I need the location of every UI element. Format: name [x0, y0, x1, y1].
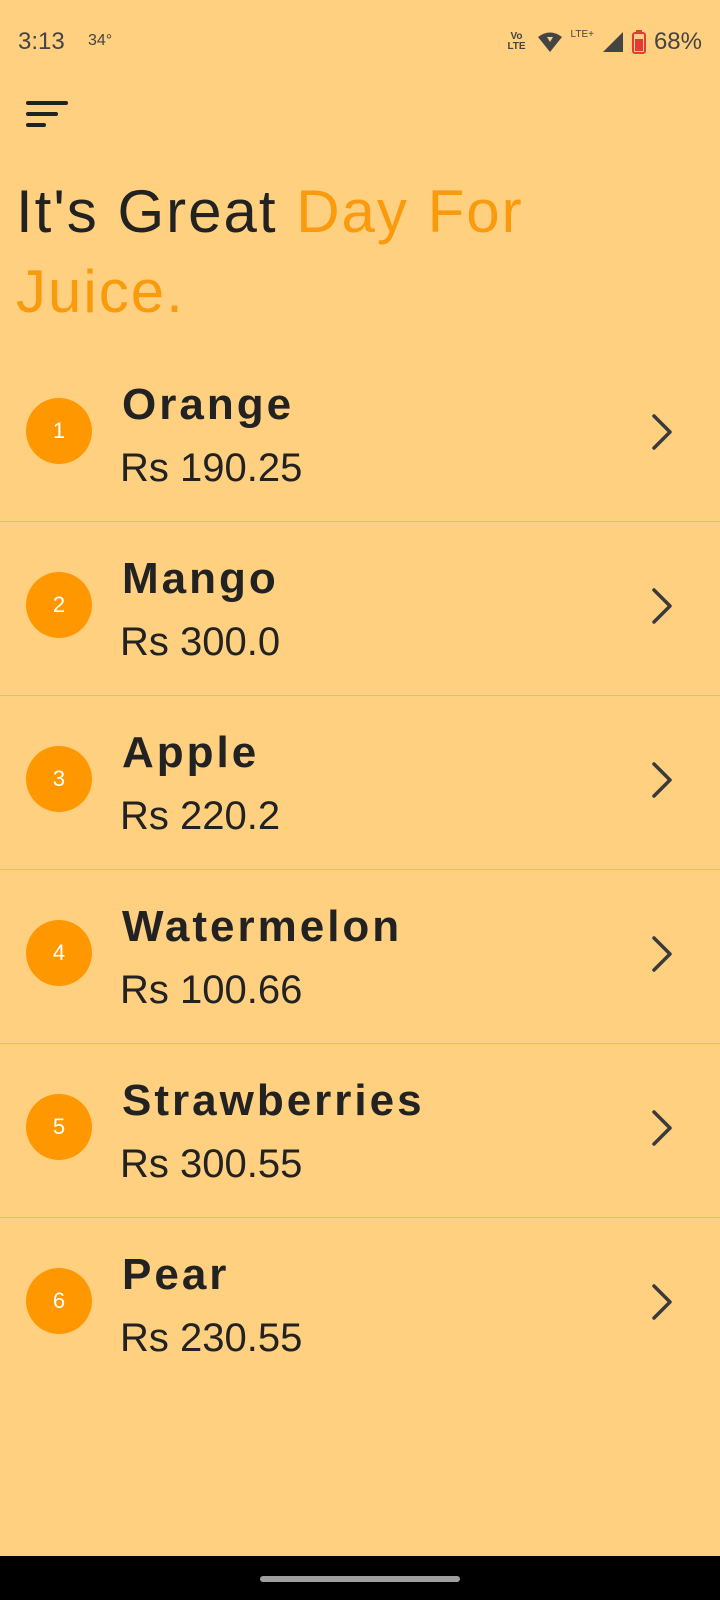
- chevron-right-icon[interactable]: [648, 412, 676, 452]
- chevron-right-icon[interactable]: [648, 934, 676, 974]
- sort-menu-icon[interactable]: [18, 92, 78, 142]
- item-number-badge: 3: [26, 746, 92, 812]
- item-name: Orange: [122, 380, 295, 429]
- chevron-right-icon[interactable]: [648, 586, 676, 626]
- item-price: Rs 300.0: [120, 620, 281, 664]
- item-number-badge: 2: [26, 572, 92, 638]
- list-item-pear[interactable]: 6 Pear Rs 230.55: [0, 1218, 720, 1392]
- item-price: Rs 220.2: [120, 794, 281, 838]
- status-time: 3:13: [18, 28, 65, 55]
- lte-plus-label: LTE+: [570, 28, 594, 40]
- juice-list: 1 Orange Rs 190.25 2 Mango Rs 300.0 3 Ap…: [0, 348, 720, 1392]
- list-item-apple[interactable]: 3 Apple Rs 220.2: [0, 696, 720, 870]
- title-plain: It's Great: [16, 178, 297, 245]
- battery-percentage: 68%: [653, 28, 702, 55]
- battery-icon: [631, 30, 646, 54]
- wifi-icon: [537, 32, 562, 52]
- chevron-right-icon[interactable]: [648, 760, 676, 800]
- item-name: Watermelon: [122, 902, 403, 951]
- status-icons: Vo LTE LTE+ 68%: [505, 26, 702, 58]
- page-title: It's Great Day For Juice.: [16, 172, 706, 332]
- volte-icon: Vo LTE: [505, 32, 529, 52]
- status-bar: 3:13 34° Vo LTE LTE+ 68%: [0, 0, 720, 84]
- item-price: Rs 230.55: [120, 1316, 303, 1360]
- item-number-badge: 5: [26, 1094, 92, 1160]
- signal-icon: [602, 32, 623, 52]
- item-price: Rs 190.25: [120, 446, 303, 490]
- item-name: Apple: [122, 728, 260, 777]
- list-item-watermelon[interactable]: 4 Watermelon Rs 100.66: [0, 870, 720, 1044]
- menu-line-top: [26, 101, 68, 105]
- status-temperature: 34°: [88, 32, 113, 49]
- chevron-right-icon[interactable]: [648, 1282, 676, 1322]
- list-item-orange[interactable]: 1 Orange Rs 190.25: [0, 348, 720, 522]
- menu-line-bottom: [26, 123, 46, 127]
- item-number-badge: 1: [26, 398, 92, 464]
- item-price: Rs 100.66: [120, 968, 303, 1012]
- chevron-right-icon[interactable]: [648, 1108, 676, 1148]
- home-gesture-handle[interactable]: [260, 1576, 460, 1582]
- item-name: Pear: [122, 1250, 230, 1299]
- menu-line-middle: [26, 112, 58, 116]
- item-price: Rs 300.55: [120, 1142, 303, 1186]
- item-name: Mango: [122, 554, 279, 603]
- list-item-mango[interactable]: 2 Mango Rs 300.0: [0, 522, 720, 696]
- volte-label-bottom: LTE: [507, 41, 526, 52]
- item-number-badge: 4: [26, 920, 92, 986]
- list-item-strawberries[interactable]: 5 Strawberries Rs 300.55: [0, 1044, 720, 1218]
- system-navigation-bar: [0, 1556, 720, 1600]
- item-name: Strawberries: [122, 1076, 425, 1125]
- item-number-badge: 6: [26, 1268, 92, 1334]
